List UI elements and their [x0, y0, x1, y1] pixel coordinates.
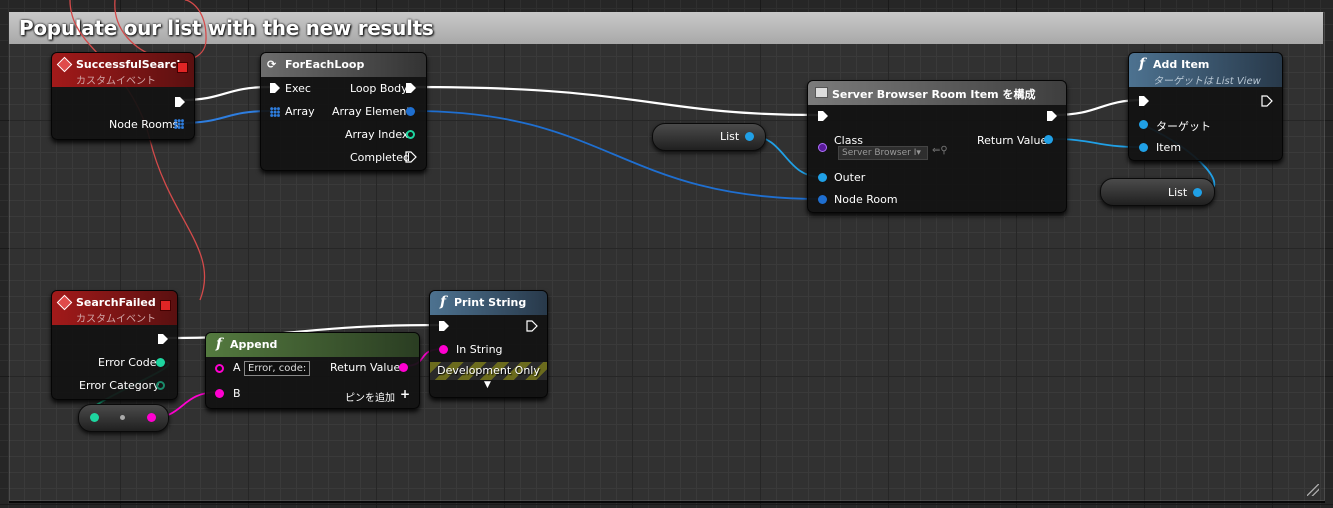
exec-in-pin[interactable] [438, 320, 450, 332]
pin-label: Array Index [345, 128, 409, 141]
exec-in-pin[interactable] [817, 110, 829, 122]
plus-icon[interactable]: + [400, 387, 410, 401]
pin-label: Item [1156, 141, 1182, 154]
pin-label: Error Code [98, 356, 157, 369]
object-pin[interactable] [818, 195, 827, 204]
object-pin[interactable] [1139, 120, 1148, 129]
pin-label: Completed [350, 151, 410, 164]
use-selected-icon[interactable]: ⇐⚲ [932, 145, 948, 156]
event-icon [56, 56, 73, 73]
int-pin[interactable] [406, 130, 415, 139]
conversion-node[interactable] [78, 404, 169, 432]
function-icon: f [216, 336, 223, 352]
object-pin[interactable] [818, 173, 827, 182]
list-variable-node[interactable]: List [652, 123, 766, 151]
exec-out-pin[interactable] [526, 320, 538, 332]
add-item-node[interactable]: f Add Item ターゲットは List View ターゲット Item [1128, 52, 1283, 161]
enum-pin[interactable] [156, 381, 165, 390]
pin-label: Node Room [834, 193, 898, 206]
pin-label: In String [456, 343, 503, 356]
object-pin[interactable] [406, 107, 415, 116]
successful-search-node[interactable]: SuccessfulSearch カスタムイベント Node Rooms [51, 52, 195, 140]
append-node[interactable]: f Append A Error, code: B Return Value ピ… [205, 332, 420, 409]
construct-object-node[interactable]: Server Browser Room Item を構成 Class Serve… [807, 80, 1067, 213]
search-failed-node[interactable]: SearchFailed カスタムイベント Error Code Error C… [51, 290, 178, 400]
int-pin[interactable] [156, 358, 165, 367]
node-subtitle: カスタムイベント [76, 314, 156, 325]
exec-out-pin[interactable] [1046, 110, 1058, 122]
node-header: SearchFailed カスタムイベント [52, 291, 177, 325]
event-icon [56, 294, 73, 311]
pin-label: Outer [834, 171, 866, 184]
string-pin[interactable] [439, 345, 448, 354]
node-header: SuccessfulSearch カスタムイベント [52, 53, 194, 87]
object-pin[interactable] [745, 132, 754, 141]
node-header: f Print String [430, 291, 547, 315]
pin-label: B [233, 387, 241, 400]
string-pin[interactable] [399, 363, 408, 372]
exec-in-pin[interactable] [269, 82, 281, 94]
array-pin-icon[interactable] [174, 119, 184, 129]
pin-label: Exec [285, 82, 311, 95]
pin-label: Node Rooms [109, 118, 179, 131]
pin-label: Return Value [977, 134, 1048, 147]
exec-out-pin[interactable] [157, 333, 169, 345]
node-subtitle: カスタムイベント [76, 76, 156, 87]
pin-label: Return Value [330, 361, 401, 374]
exec-out-pin[interactable] [405, 82, 417, 94]
node-title: Server Browser Room Item を構成 [832, 88, 1036, 101]
node-title: Print String [454, 296, 527, 309]
node-title: SuccessfulSearch [76, 58, 185, 71]
node-title: Add Item [1153, 58, 1210, 71]
function-icon: f [440, 294, 447, 310]
print-string-node[interactable]: f Print String In String Development Onl… [429, 290, 548, 398]
comment-title: Populate our list with the new results [19, 16, 434, 40]
node-header: f Add Item ターゲットは List View [1129, 53, 1282, 87]
a-input[interactable]: Error, code: [244, 361, 310, 376]
construct-icon [815, 87, 828, 98]
node-title: SearchFailed [76, 296, 156, 309]
array-pin-icon[interactable] [270, 107, 280, 117]
exec-out-pin[interactable] [174, 96, 186, 108]
add-pin-label[interactable]: ピンを追加 [345, 389, 395, 404]
string-pin[interactable] [215, 389, 224, 398]
object-pin[interactable] [1139, 143, 1148, 152]
comment-header[interactable]: Populate our list with the new results [9, 12, 1323, 44]
dev-only-label: Development Only [437, 364, 540, 377]
node-header: f Append [206, 333, 419, 357]
string-pin[interactable] [215, 364, 224, 373]
comment-resize-grip[interactable] [1307, 484, 1319, 496]
development-only-banner: Development Only [430, 362, 547, 380]
pin-label: A [233, 361, 241, 374]
int-pin[interactable] [90, 413, 99, 422]
node-header: ⟳ ForEachLoop [261, 53, 426, 77]
variable-label: List [1168, 186, 1188, 199]
node-subtitle: ターゲットは List View [1153, 76, 1261, 87]
string-pin[interactable] [147, 413, 156, 422]
class-pin[interactable] [818, 143, 827, 152]
function-icon: f [1139, 56, 1146, 72]
pin-label: ターゲット [1156, 120, 1211, 133]
exec-out-pin[interactable] [405, 151, 417, 163]
variable-label: List [720, 130, 740, 143]
object-pin[interactable] [1044, 135, 1053, 144]
delegate-pin[interactable] [177, 62, 188, 73]
list-variable-node[interactable]: List [1100, 178, 1215, 206]
node-header: Server Browser Room Item を構成 [808, 81, 1066, 105]
expand-arrow-icon[interactable]: ▼ [484, 380, 491, 390]
node-title: ForEachLoop [285, 58, 365, 71]
loop-icon: ⟳ [267, 58, 277, 71]
pin-label: Array Element [332, 105, 411, 118]
conversion-dot [120, 415, 125, 420]
pin-label: Error Category [79, 379, 160, 392]
node-title: Append [230, 338, 278, 351]
foreach-loop-node[interactable]: ⟳ ForEachLoop Exec Array Loop Body Array… [260, 52, 427, 171]
delegate-pin[interactable] [160, 300, 171, 311]
pin-label: Loop Body [350, 82, 408, 95]
pin-label: Array [285, 105, 315, 118]
exec-in-pin[interactable] [1138, 95, 1150, 107]
class-dropdown[interactable]: Server Browser I▾ [838, 146, 928, 160]
exec-out-pin[interactable] [1261, 95, 1273, 107]
object-pin[interactable] [1193, 188, 1202, 197]
